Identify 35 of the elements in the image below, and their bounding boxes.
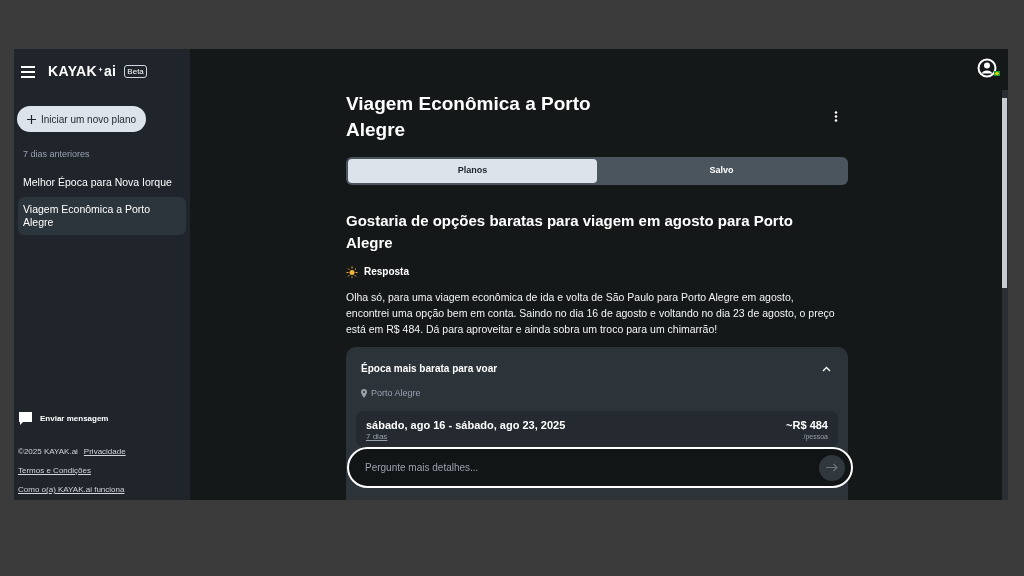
- new-plan-button[interactable]: Iniciar um novo plano: [17, 106, 146, 132]
- chat-input[interactable]: Pergunte mais detalhes...: [365, 460, 819, 475]
- location-pin-icon: [361, 389, 367, 399]
- terms-link[interactable]: Termos e Condições: [18, 465, 186, 477]
- privacy-link[interactable]: Privacidade: [83, 446, 126, 458]
- location-text: Porto Alegre: [371, 387, 421, 400]
- feedback-link[interactable]: Enviar mensagem: [40, 412, 109, 425]
- answer-text: Olha só, para uma viagem econômica de ida e volta de São Paulo para Porto Alegre em agosto, encontrei uma opção bem em conta. Saindo no dia 16 de agosto e voltando no dia 23 de agosto, o preço está em R$ 484. Dá para aproveitar e ainda sobra um troco para um chimarrão!: [346, 290, 836, 337]
- beta-badge: Beta: [124, 65, 147, 78]
- account-icon[interactable]: [977, 58, 1001, 78]
- page-title: Viagem Econômica a Porto Alegre: [346, 92, 592, 142]
- history-item[interactable]: Melhor Época para Nova Iorque: [18, 169, 186, 195]
- copyright-text: ©2025 KAYAK.ai: [18, 446, 78, 458]
- plus-icon: [27, 114, 36, 124]
- scrollbar[interactable]: [1002, 90, 1008, 500]
- arrow-right-icon: [826, 463, 838, 472]
- send-button[interactable]: [819, 454, 845, 481]
- chat-input-field[interactable]: Pergunte mais detalhes...: [347, 447, 853, 488]
- trip-duration: 7 dias: [366, 431, 389, 442]
- menu-icon[interactable]: [21, 65, 35, 78]
- how-it-works-link[interactable]: Como o(a) KAYAK.ai funciona: [18, 484, 186, 496]
- chevron-up-icon[interactable]: [822, 365, 831, 372]
- answer-label: Resposta: [364, 265, 409, 279]
- trip-dates: sábado, ago 16 - sábado, ago 23, 2025: [366, 418, 566, 432]
- more-options-icon[interactable]: [834, 111, 838, 122]
- card-title: Época mais barata para voar: [361, 361, 498, 376]
- chat-bubble-icon[interactable]: [19, 412, 32, 425]
- sparkle-icon: [97, 66, 103, 72]
- history-item[interactable]: Viagem Econômica a Porto Alegre: [18, 196, 186, 235]
- logo[interactable]: KAYAK ai: [48, 61, 117, 82]
- question-heading: Gostaria de opções baratas para viagem em agosto para Porto Alegre: [346, 211, 794, 253]
- section-label: 7 dias anteriores: [22, 148, 91, 161]
- trip-price: ~R$ 484: [786, 418, 828, 432]
- tab[interactable]: Salvo: [597, 159, 846, 183]
- tab[interactable]: Planos: [348, 159, 597, 183]
